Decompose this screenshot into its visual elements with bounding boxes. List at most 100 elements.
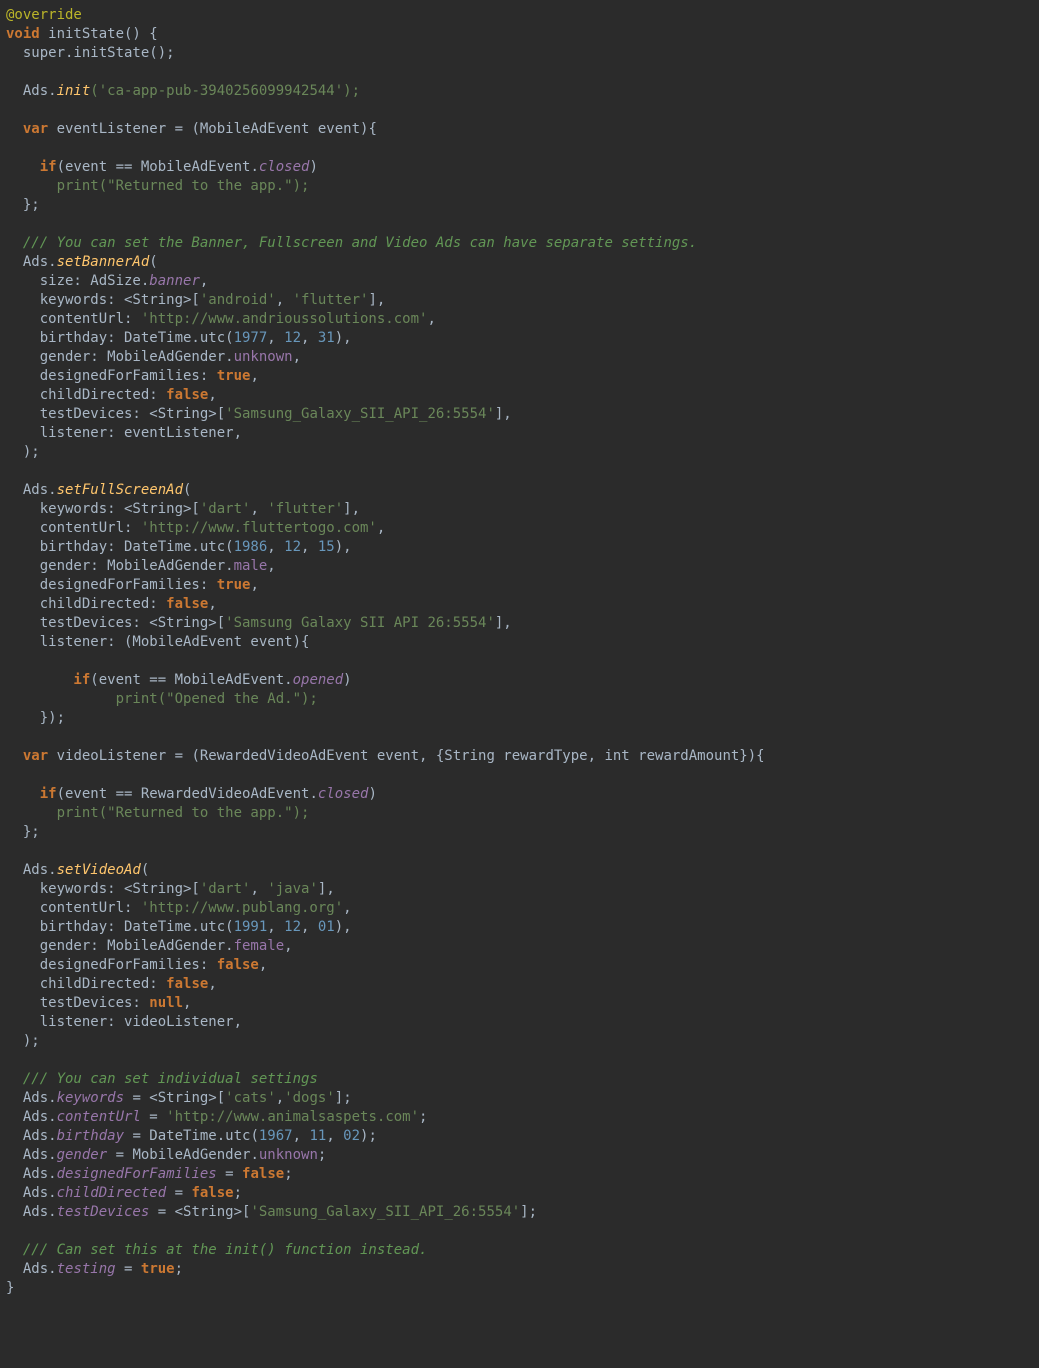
keywords-label: keywords: <String>[: [6, 501, 200, 517]
str-flutter: 'flutter': [293, 292, 369, 308]
fn-setvideoad: setVideoAd: [57, 862, 141, 878]
closed2: closed: [318, 786, 369, 802]
comma: ,: [284, 938, 292, 954]
close-inline: });: [6, 710, 65, 726]
semi: ;: [175, 1261, 183, 1277]
kw-if: if: [6, 159, 57, 175]
open-paren: (: [183, 482, 191, 498]
male: male: [234, 558, 268, 574]
ads-dot: Ads.: [6, 1204, 57, 1220]
contenturl-label: contentUrl:: [6, 900, 141, 916]
eq: =: [166, 1185, 191, 1201]
contenturl-label: contentUrl:: [6, 520, 141, 536]
url2: 'http://www.fluttertogo.com': [141, 520, 377, 536]
kw-if2: if: [6, 672, 90, 688]
false6: false: [191, 1185, 233, 1201]
semi: ;: [419, 1109, 427, 1125]
false5: false: [242, 1166, 284, 1182]
sep: ,: [267, 330, 284, 346]
ads-testing: testing: [57, 1261, 116, 1277]
m11: 11: [309, 1128, 326, 1144]
birthday-label: birthday: DateTime.utc(: [6, 919, 234, 935]
close-bracket-comma: ],: [495, 615, 512, 631]
eq-datetime: = DateTime.utc(: [124, 1128, 259, 1144]
fn-setfullscreenad: setFullScreenAd: [57, 482, 183, 498]
str-flutter2: 'flutter': [267, 501, 343, 517]
true3: true: [141, 1261, 175, 1277]
birthday-label: birthday: DateTime.utc(: [6, 330, 234, 346]
m12b: 12: [284, 539, 301, 555]
listener1: listener: eventListener,: [6, 425, 242, 441]
unknown: unknown: [234, 349, 293, 365]
d01: 01: [318, 919, 335, 935]
comment-init: /// Can set this at the init() function …: [6, 1242, 427, 1258]
event-listener-decl: eventListener = (MobileAdEvent event){: [48, 121, 377, 137]
testdevices-label: testDevices: <String>[: [6, 406, 225, 422]
comma: ,: [208, 596, 216, 612]
dff-label: designedForFamilies:: [6, 368, 217, 384]
sep: ,: [250, 881, 267, 897]
comma-nospace: ,: [276, 1090, 284, 1106]
false4: false: [166, 976, 208, 992]
cd-label: childDirected:: [6, 596, 166, 612]
comma: ,: [427, 311, 435, 327]
contenturl-label: contentUrl:: [6, 311, 141, 327]
close-call: );: [6, 444, 40, 460]
url4: 'http://www.animalsaspets.com': [166, 1109, 419, 1125]
female: female: [234, 938, 285, 954]
comma: ,: [200, 273, 208, 289]
ads-dot: Ads.: [6, 482, 57, 498]
ads-testdevices: testDevices: [57, 1204, 150, 1220]
close-bracket-comma: ],: [343, 501, 360, 517]
false2: false: [166, 596, 208, 612]
sep: ,: [301, 330, 318, 346]
d02: 02: [343, 1128, 360, 1144]
str-dart2: 'dart': [200, 881, 251, 897]
rparen: ): [309, 159, 317, 175]
comma: ,: [250, 577, 258, 593]
gender-label: gender: MobileAdGender.: [6, 558, 234, 574]
print-returned2: print("Returned to the app.");: [6, 805, 309, 821]
closed: closed: [259, 159, 310, 175]
ads-dff: designedForFamilies: [57, 1166, 217, 1182]
close-paren-comma: ),: [335, 330, 352, 346]
close-fn: }: [6, 1280, 14, 1296]
close-paren-comma: ),: [335, 919, 352, 935]
sep: ,: [293, 1128, 310, 1144]
true: true: [217, 368, 251, 384]
initstate-sig: initState() {: [40, 26, 158, 42]
comma: ,: [267, 558, 275, 574]
semi: ;: [318, 1147, 326, 1163]
ads-gender: gender: [57, 1147, 108, 1163]
keywords-label: keywords: <String>[: [6, 292, 200, 308]
if-rewarded-cond: (event == RewardedVideoAdEvent.: [57, 786, 318, 802]
ads-contenturl: contentUrl: [57, 1109, 141, 1125]
ads-init-arg: ('ca-app-pub-3940256099942544');: [90, 83, 360, 99]
eq: =: [141, 1109, 166, 1125]
dff-label: designedForFamilies:: [6, 957, 217, 973]
device1: 'Samsung_Galaxy_SII_API_26:5554': [225, 406, 495, 422]
if-closed-cond: (event == MobileAdEvent.: [57, 159, 259, 175]
kw-var2: var: [6, 748, 48, 764]
keywords-label: keywords: <String>[: [6, 881, 200, 897]
sep: ,: [276, 292, 293, 308]
sep: ,: [301, 919, 318, 935]
sep: ,: [267, 919, 284, 935]
str-dart: 'dart': [200, 501, 251, 517]
ads-dot: Ads.: [6, 1185, 57, 1201]
null: null: [149, 995, 183, 1011]
testdevices-null: testDevices:: [6, 995, 149, 1011]
close-paren-semi: );: [360, 1128, 377, 1144]
m12: 12: [284, 330, 301, 346]
semi: ;: [284, 1166, 292, 1182]
str-dogs: 'dogs': [284, 1090, 335, 1106]
comma: ,: [259, 957, 267, 973]
comment-banner: /// You can set the Banner, Fullscreen a…: [6, 235, 697, 251]
ads-keywords: keywords: [57, 1090, 124, 1106]
kw-void: void: [6, 26, 40, 42]
comma: ,: [250, 368, 258, 384]
eq: =: [116, 1261, 141, 1277]
code-block: @override void initState() { super.initS…: [0, 0, 1039, 1304]
comma: ,: [377, 520, 385, 536]
y1991: 1991: [234, 919, 268, 935]
